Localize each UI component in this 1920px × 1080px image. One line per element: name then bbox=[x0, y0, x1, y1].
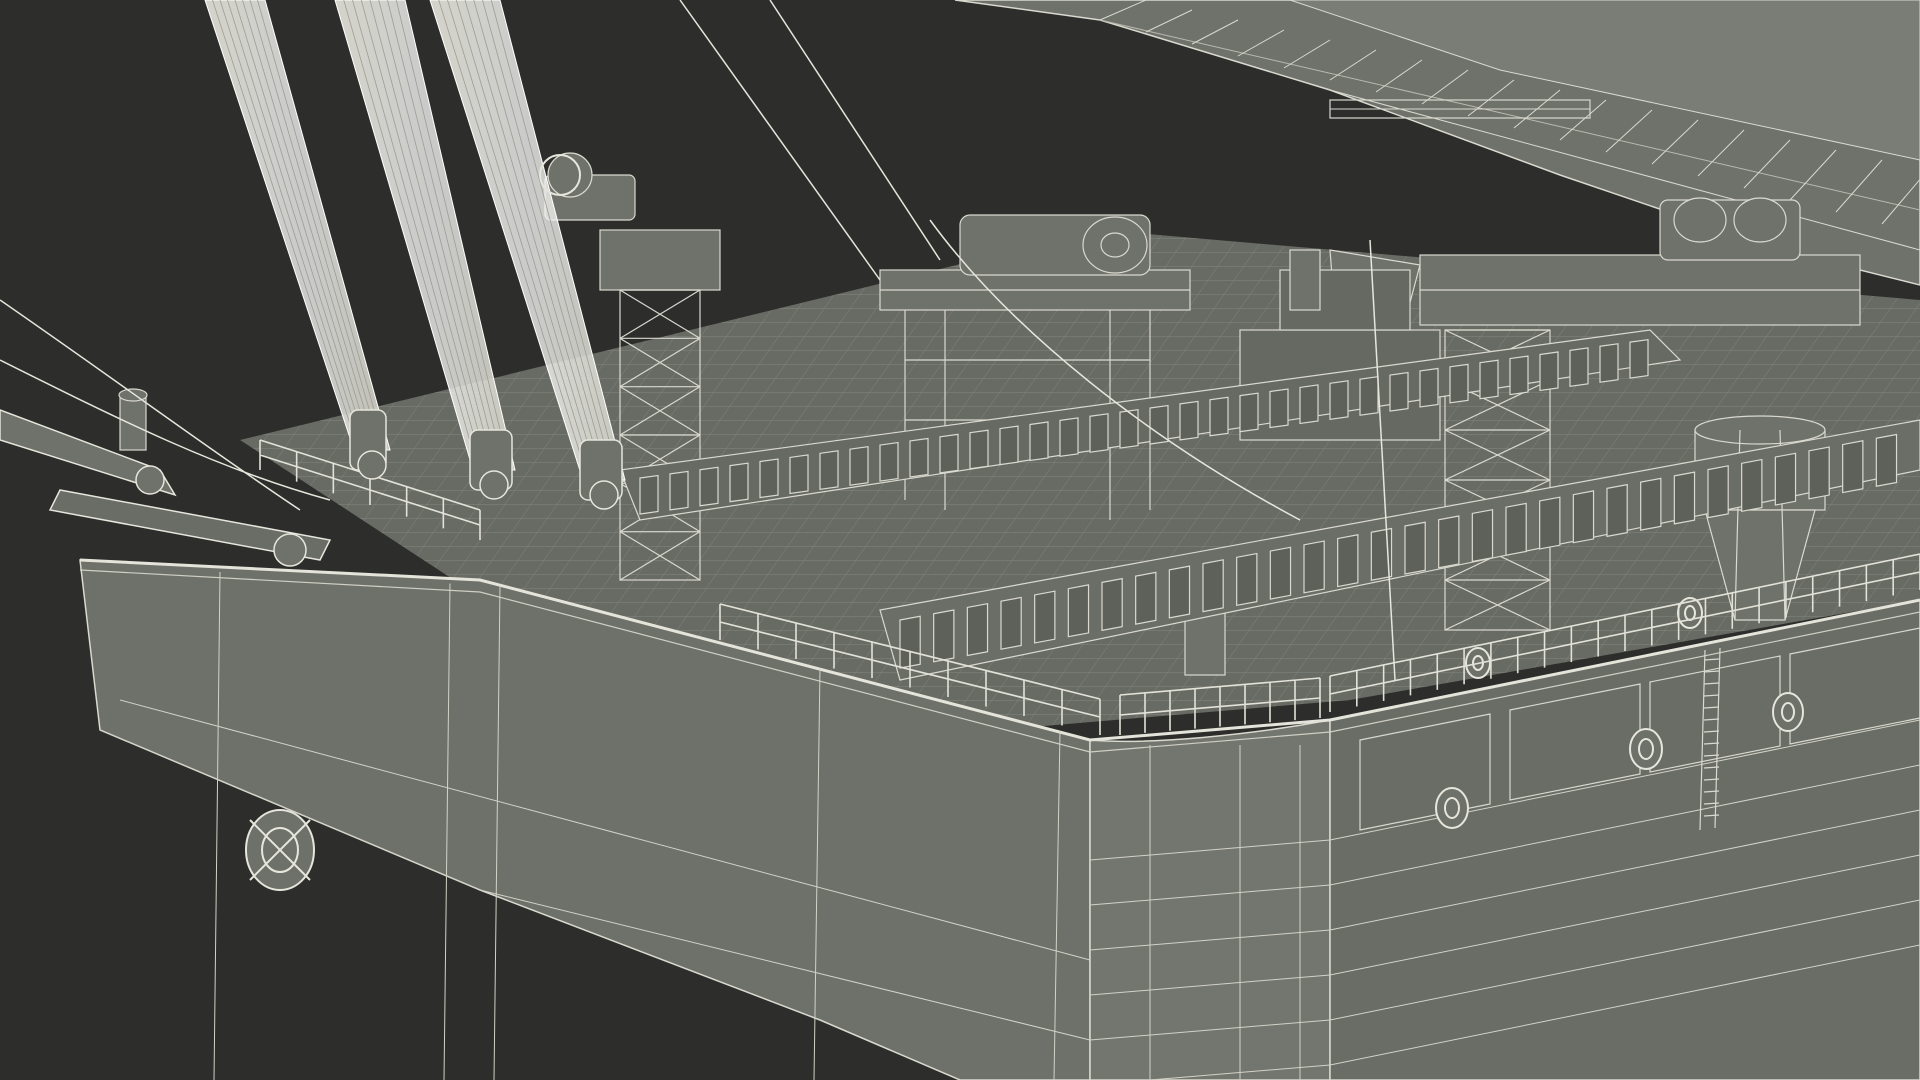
render-viewport bbox=[0, 0, 1920, 1080]
fender-ring bbox=[1629, 728, 1663, 770]
fender-ring bbox=[1435, 787, 1469, 829]
fender-ring bbox=[1772, 692, 1804, 732]
exhaust-stack bbox=[1289, 249, 1321, 311]
wireframe-render bbox=[0, 0, 1920, 1080]
hull-rudder-wheel bbox=[245, 809, 315, 891]
